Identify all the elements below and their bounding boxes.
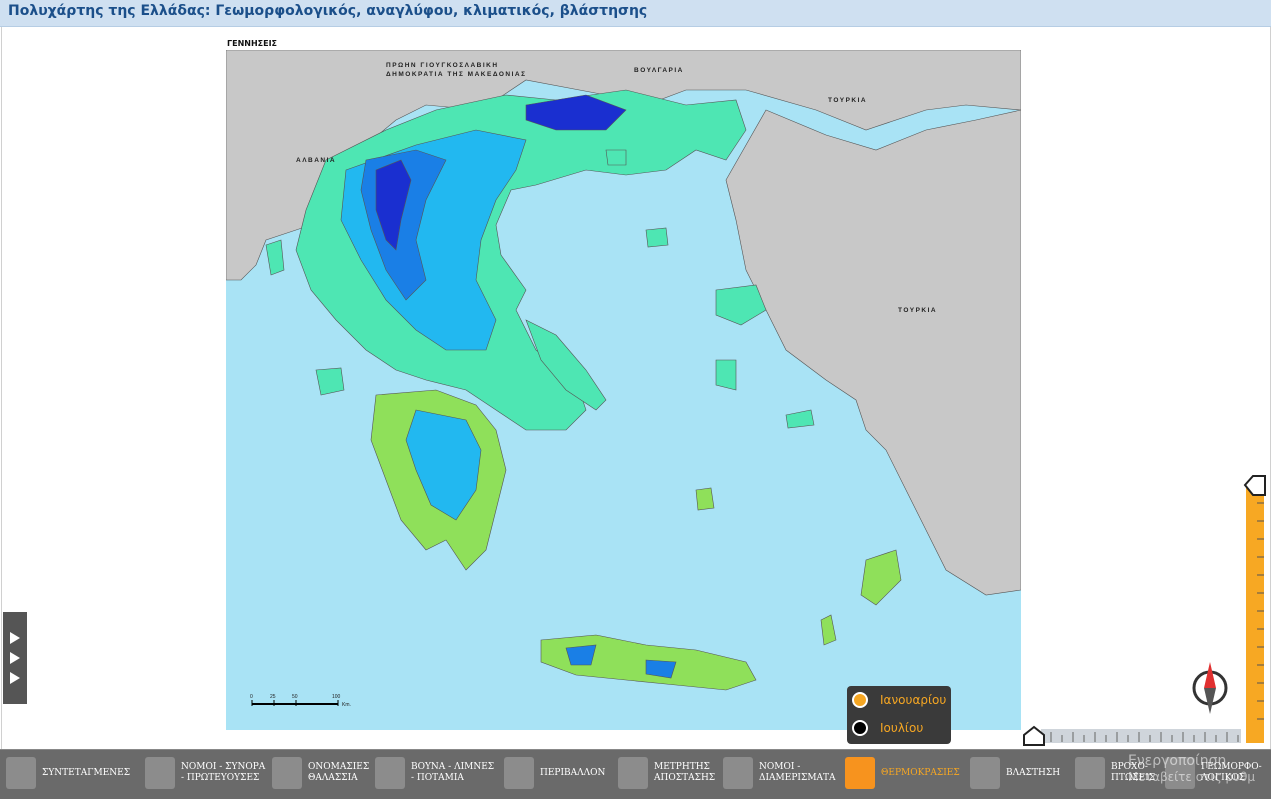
expand-arrow-icon (10, 652, 20, 664)
horizontal-slider[interactable] (1021, 725, 1241, 747)
toolbar-item-palm-tree[interactable]: ΒΛΑΣΤΗΣΗ (968, 750, 1068, 799)
toolbar-item-leaf[interactable]: ΠΕΡΙΒΑΛΛΟΝ (502, 750, 612, 799)
thermometer-icon (845, 757, 875, 789)
toolbar-item-mountain-river[interactable]: ΒΟΥΝΑ - ΛΙΜΝΕΣ - ΠΟΤΑΜΙΑ (373, 750, 498, 799)
island-kefalonia (315, 367, 345, 396)
month-label-july: Ιουλίου (880, 721, 924, 735)
month-option-january[interactable]: Ιανουαρίου (852, 690, 948, 714)
toolbar-label-line: - ΠΟΤΑΜΙΑ (411, 773, 464, 783)
palm-tree-icon (970, 757, 1000, 789)
label-fyrom-line2: ΔΗΜΟΚΡΑΤΙΑ ΤΗΣ ΜΑΚΕΔΟΝΙΑΣ (386, 71, 526, 78)
toolbar-label-line: ΘΕΡΜΟΚΡΑΣΙΕΣ (881, 768, 960, 778)
toolbar-label-line: ΒΛΑΣΤΗΣΗ (1006, 768, 1061, 778)
label-albania: ΑΛΒΑΝΙΑ (296, 157, 336, 164)
map-canvas[interactable]: ΠΡΩΗΝ ΓΙΟΥΓΚΟΣΛΑΒΙΚΗ ΔΗΜΟΚΡΑΤΙΑ ΤΗΣ ΜΑΚΕ… (226, 50, 1021, 730)
leaf-icon (504, 757, 534, 789)
month-label-january: Ιανουαρίου (880, 693, 947, 707)
toolbar-label-line: ΟΝΟΜΑΣΙΕΣ (308, 762, 370, 772)
island-thasos (605, 149, 627, 166)
toolbar-label-line: ΝΟΜΟΙ - ΣΥΝΟΡΑ (181, 762, 266, 772)
measure-disc-icon (618, 757, 648, 789)
toolbar-item-letter-a[interactable]: ΟΝΟΜΑΣΙΕΣ ΘΑΛΑΣΣΙΑ (270, 750, 370, 799)
month-selector: Ιανουαρίου Ιουλίου (847, 686, 951, 744)
expand-arrow-icon (10, 672, 20, 684)
compass-icon (1190, 660, 1230, 716)
radio-january[interactable] (852, 692, 868, 708)
page-title: Πολυχάρτης της Ελλάδας: Γεωμορφολογικός,… (8, 3, 648, 19)
toolbar-item-label: ΒΛΑΣΤΗΣΗ (1006, 768, 1060, 779)
toolbar-label-line: ΝΟΜΟΙ - (759, 762, 801, 772)
toolbar-item-measure-disc[interactable]: ΜΕΤΡΗΤΗΣ ΑΠΟΣΤΑΣΗΣ (616, 750, 716, 799)
toolbar-label-line: - ΠΡΩΤΕΥΟΥΣΕΣ (181, 773, 260, 783)
island-lemnos (645, 227, 669, 248)
toolbar-item-thermometer[interactable]: ΘΕΡΜΟΚΡΑΣΙΕΣ (843, 750, 965, 799)
activation-watermark-line1: Ενεργοποίηση (1128, 753, 1227, 769)
toolbar-label-line: ΑΠΟΣΤΑΣΗΣ (654, 773, 716, 783)
bottom-toolbar: ΣΥΝΤΕΤΑΓΜΕΝΕΣ ΝΟΜΟΙ - ΣΥΝΟΡΑ - ΠΡΩΤΕΥΟΥΣΕΣ… (0, 749, 1271, 799)
toolbar-label-line: ΔΙΑΜΕΡΙΣΜΑΤΑ (759, 773, 836, 783)
label-turkey-east: ΤΟΥΡΚΙΑ (898, 307, 937, 314)
activation-watermark-line2: Μεταβείτε στις ρυθμ (1128, 770, 1255, 784)
island-naxos (695, 487, 715, 511)
scale-tick-25: 25 (270, 694, 276, 700)
map-pin-icon (145, 757, 175, 789)
toolbar-label-line: ΒΟΥΝΑ - ΛΙΜΝΕΣ (411, 762, 495, 772)
map-header-label: ΓΕΝΝΗΣΕΙΣ (227, 39, 278, 48)
globe-grid-icon (6, 757, 36, 789)
toolbar-item-label: ΝΟΜΟΙ - ΔΙΑΜΕΡΙΣΜΑΤΑ (759, 762, 836, 784)
toolbar-item-label: ΘΕΡΜΟΚΡΑΣΙΕΣ (881, 768, 960, 779)
radio-july[interactable] (852, 720, 868, 736)
zoom-slider[interactable] (1243, 473, 1267, 743)
toolbar-label-line: ΣΥΝΤΕΤΑΓΜΕΝΕΣ (42, 768, 131, 778)
letter-a-icon (272, 757, 302, 789)
mountain-river-icon (375, 757, 405, 789)
folded-map-icon (723, 757, 753, 789)
side-panel-toggle[interactable] (3, 612, 27, 704)
label-fyrom-line1: ΠΡΩΗΝ ΓΙΟΥΓΚΟΣΛΑΒΙΚΗ (386, 62, 499, 69)
greece-map[interactable]: ΠΡΩΗΝ ΓΙΟΥΓΚΟΣΛΑΒΙΚΗ ΔΗΜΟΚΡΑΤΙΑ ΤΗΣ ΜΑΚΕ… (226, 50, 1021, 730)
toolbar-item-folded-map[interactable]: ΝΟΜΟΙ - ΔΙΑΜΕΡΙΣΜΑΤΑ (721, 750, 839, 799)
toolbar-item-label: ΣΥΝΤΕΤΑΓΜΕΝΕΣ (42, 768, 130, 779)
rain-cloud-icon (1075, 757, 1105, 789)
toolbar-item-label: ΟΝΟΜΑΣΙΕΣ ΘΑΛΑΣΣΙΑ (308, 762, 369, 784)
month-option-july[interactable]: Ιουλίου (852, 718, 948, 742)
title-bar: Πολυχάρτης της Ελλάδας: Γεωμορφολογικός,… (0, 0, 1271, 27)
scale-tick-0: 0 (250, 694, 253, 700)
toolbar-label-line: ΜΕΤΡΗΤΗΣ (654, 762, 710, 772)
toolbar-item-label: ΒΟΥΝΑ - ΛΙΜΝΕΣ - ΠΟΤΑΜΙΑ (411, 762, 494, 784)
toolbar-label-line: ΠΕΡΙΒΑΛΛΟΝ (540, 768, 606, 778)
toolbar-item-globe-grid[interactable]: ΣΥΝΤΕΤΑΓΜΕΝΕΣ (4, 750, 138, 799)
label-turkey-north: ΤΟΥΡΚΙΑ (828, 97, 867, 104)
toolbar-item-label: ΝΟΜΟΙ - ΣΥΝΟΡΑ - ΠΡΩΤΕΥΟΥΣΕΣ (181, 762, 265, 784)
toolbar-item-label: ΠΕΡΙΒΑΛΛΟΝ (540, 768, 605, 779)
toolbar-item-map-pin[interactable]: ΝΟΜΟΙ - ΣΥΝΟΡΑ - ΠΡΩΤΕΥΟΥΣΕΣ (143, 750, 265, 799)
scale-tick-100: 100 (332, 694, 341, 700)
toolbar-label-line: ΘΑΛΑΣΣΙΑ (308, 773, 358, 783)
scale-unit: Km. (342, 702, 351, 708)
toolbar-item-label: ΜΕΤΡΗΤΗΣ ΑΠΟΣΤΑΣΗΣ (654, 762, 715, 784)
scale-tick-50: 50 (292, 694, 298, 700)
expand-arrow-icon (10, 632, 20, 644)
island-chios (715, 359, 737, 391)
label-bulgaria: ΒΟΥΛΓΑΡΙΑ (634, 67, 684, 74)
